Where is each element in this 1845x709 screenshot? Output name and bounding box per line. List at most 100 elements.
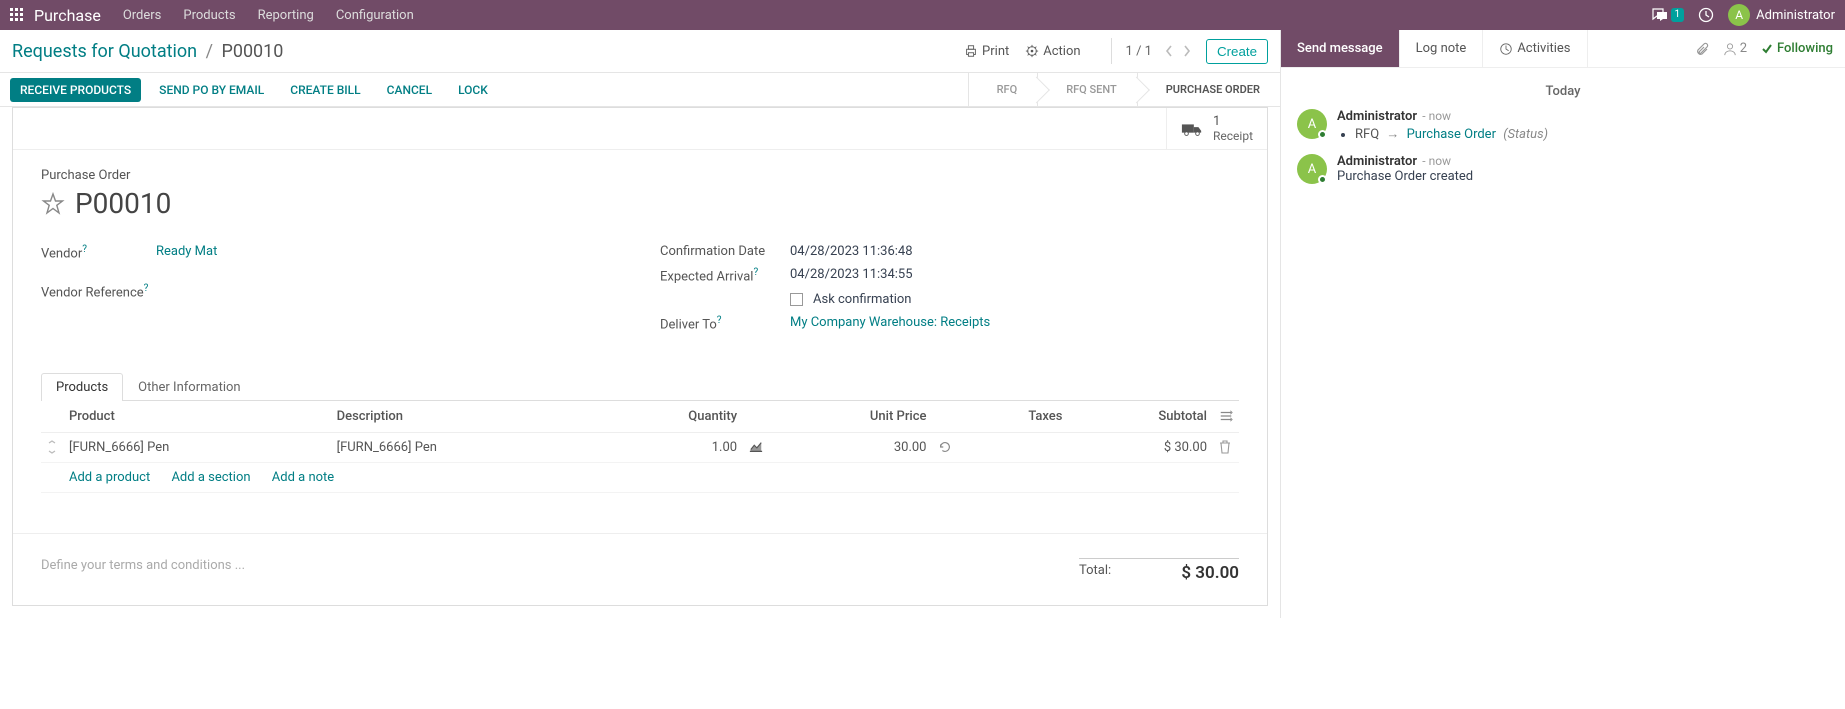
stat-receipt[interactable]: 1 Receipt	[1166, 108, 1267, 149]
columns-options-icon[interactable]	[1213, 401, 1239, 433]
send-message-button[interactable]: Send message	[1281, 30, 1400, 67]
followers-count[interactable]: 2	[1723, 41, 1747, 56]
cell-taxes[interactable]	[958, 432, 1068, 462]
msg-body: Purchase Order created	[1337, 169, 1829, 184]
tabs: Products Other Information	[41, 373, 1239, 401]
table-row[interactable]: [FURN_6666] Pen [FURN_6666] Pen 1.00 30.…	[41, 432, 1239, 462]
breadcrumb-current: P00010	[221, 41, 283, 62]
following-button[interactable]: Following	[1761, 41, 1833, 56]
print-button[interactable]: Print	[964, 44, 1009, 59]
total-value: $ 30.00	[1181, 563, 1239, 583]
terms-field[interactable]: Define your terms and conditions ...	[41, 558, 1039, 573]
help-icon[interactable]: ?	[82, 244, 87, 255]
forecast-icon[interactable]	[743, 432, 769, 462]
msg-time: - now	[1422, 109, 1451, 123]
favorite-star-icon[interactable]	[41, 192, 65, 216]
truck-icon	[1181, 121, 1203, 137]
activities-icon[interactable]	[1698, 7, 1714, 23]
tab-products[interactable]: Products	[41, 373, 123, 401]
nav-products[interactable]: Products	[183, 8, 235, 23]
lock-button[interactable]: LOCK	[458, 83, 488, 97]
avatar[interactable]: A	[1297, 109, 1327, 139]
avatar[interactable]: A	[1297, 154, 1327, 184]
add-product-link[interactable]: Add a product	[69, 470, 150, 485]
deliver-field[interactable]: My Company Warehouse: Receipts	[790, 315, 1239, 330]
control-panel: Requests for Quotation / P00010 Print Ac…	[0, 30, 1280, 73]
col-quantity: Quantity	[598, 401, 743, 433]
order-lines-table: Product Description Quantity Unit Price …	[41, 401, 1239, 493]
expected-field[interactable]: 04/28/2023 11:34:55	[790, 267, 1239, 282]
message: A Administrator - now Purchase Order cre…	[1297, 154, 1829, 184]
arrow-icon: →	[1386, 127, 1399, 142]
create-button[interactable]: Create	[1206, 39, 1268, 64]
cell-subtotal: $ 30.00	[1068, 432, 1213, 462]
total-label: Total:	[1079, 563, 1111, 583]
send-po-button[interactable]: SEND PO BY EMAIL	[159, 83, 264, 97]
navbar: Purchase Orders Products Reporting Confi…	[0, 0, 1845, 30]
receive-products-button[interactable]: RECEIVE PRODUCTS	[10, 78, 141, 102]
add-note-link[interactable]: Add a note	[272, 470, 334, 485]
col-description: Description	[331, 401, 599, 433]
nav-orders[interactable]: Orders	[123, 8, 162, 23]
msg-time: - now	[1422, 154, 1451, 168]
help-icon[interactable]: ?	[717, 315, 722, 326]
expected-label: Expected Arrival?	[660, 267, 790, 284]
step-rfq-sent[interactable]: RFQ SENT	[1037, 73, 1137, 106]
cell-product[interactable]: [FURN_6666] Pen	[63, 432, 331, 462]
deliver-label: Deliver To?	[660, 315, 790, 332]
nav-configuration[interactable]: Configuration	[336, 8, 414, 23]
cell-price[interactable]: 30.00	[769, 432, 932, 462]
col-product: Product	[63, 401, 331, 433]
username[interactable]: Administrator	[1756, 8, 1835, 23]
breadcrumb: Requests for Quotation / P00010	[12, 41, 283, 62]
step-purchase-order[interactable]: PURCHASE ORDER	[1137, 73, 1280, 106]
vendor-ref-label: Vendor Reference?	[41, 283, 156, 300]
confirm-date-label: Confirmation Date	[660, 244, 790, 259]
price-history-icon[interactable]	[932, 432, 958, 462]
nav-reporting[interactable]: Reporting	[258, 8, 314, 23]
help-icon[interactable]: ?	[753, 267, 758, 278]
attachment-icon[interactable]	[1695, 41, 1709, 57]
message: A Administrator - now RFQ → Purchase Ord…	[1297, 109, 1829, 142]
app-name[interactable]: Purchase	[34, 6, 101, 25]
action-button[interactable]: Action	[1025, 44, 1080, 59]
ask-confirm-label: Ask confirmation	[813, 292, 912, 307]
chatter-today: Today	[1297, 84, 1829, 99]
stat-receipt-count: 1	[1213, 114, 1253, 129]
help-icon[interactable]: ?	[144, 283, 149, 294]
form-sheet: 1 Receipt Purchase Order P00010	[12, 107, 1268, 606]
cell-description[interactable]: [FURN_6666] Pen	[331, 432, 599, 462]
statusbar: RECEIVE PRODUCTS SEND PO BY EMAIL CREATE…	[0, 73, 1280, 107]
drag-handle-icon[interactable]	[41, 432, 63, 462]
pager[interactable]: 1 / 1	[1126, 44, 1152, 59]
add-section-link[interactable]: Add a section	[171, 470, 250, 485]
col-taxes: Taxes	[958, 401, 1068, 433]
ask-confirm-checkbox[interactable]	[790, 293, 803, 306]
pager-next-icon[interactable]	[1178, 45, 1196, 57]
cancel-button[interactable]: CANCEL	[387, 83, 432, 97]
step-rfq[interactable]: RFQ	[968, 73, 1038, 106]
avatar[interactable]: A	[1728, 4, 1750, 26]
col-subtotal: Subtotal	[1068, 401, 1213, 433]
messaging-icon[interactable]: 1	[1652, 8, 1685, 22]
breadcrumb-parent[interactable]: Requests for Quotation	[12, 41, 197, 62]
msg-badge: 1	[1671, 8, 1685, 22]
delete-row-icon[interactable]	[1213, 432, 1239, 462]
create-bill-button[interactable]: CREATE BILL	[290, 83, 360, 97]
vendor-field[interactable]: Ready Mat	[156, 244, 620, 259]
cell-qty[interactable]: 1.00	[598, 432, 743, 462]
vendor-label: Vendor?	[41, 244, 156, 261]
apps-icon[interactable]	[10, 8, 24, 22]
confirm-date-field: 04/28/2023 11:36:48	[790, 244, 1239, 259]
record-title: P00010	[75, 187, 171, 220]
status-steps: RFQ RFQ SENT PURCHASE ORDER	[968, 73, 1280, 106]
msg-author[interactable]: Administrator	[1337, 109, 1417, 124]
log-note-button[interactable]: Log note	[1400, 30, 1484, 67]
chatter: Send message Log note Activities 2 Follo…	[1280, 30, 1845, 618]
msg-author[interactable]: Administrator	[1337, 154, 1417, 169]
pager-prev-icon[interactable]	[1160, 45, 1178, 57]
activities-button[interactable]: Activities	[1483, 30, 1587, 67]
stat-receipt-label: Receipt	[1213, 129, 1253, 143]
tab-other[interactable]: Other Information	[123, 373, 255, 401]
col-unit-price: Unit Price	[769, 401, 932, 433]
